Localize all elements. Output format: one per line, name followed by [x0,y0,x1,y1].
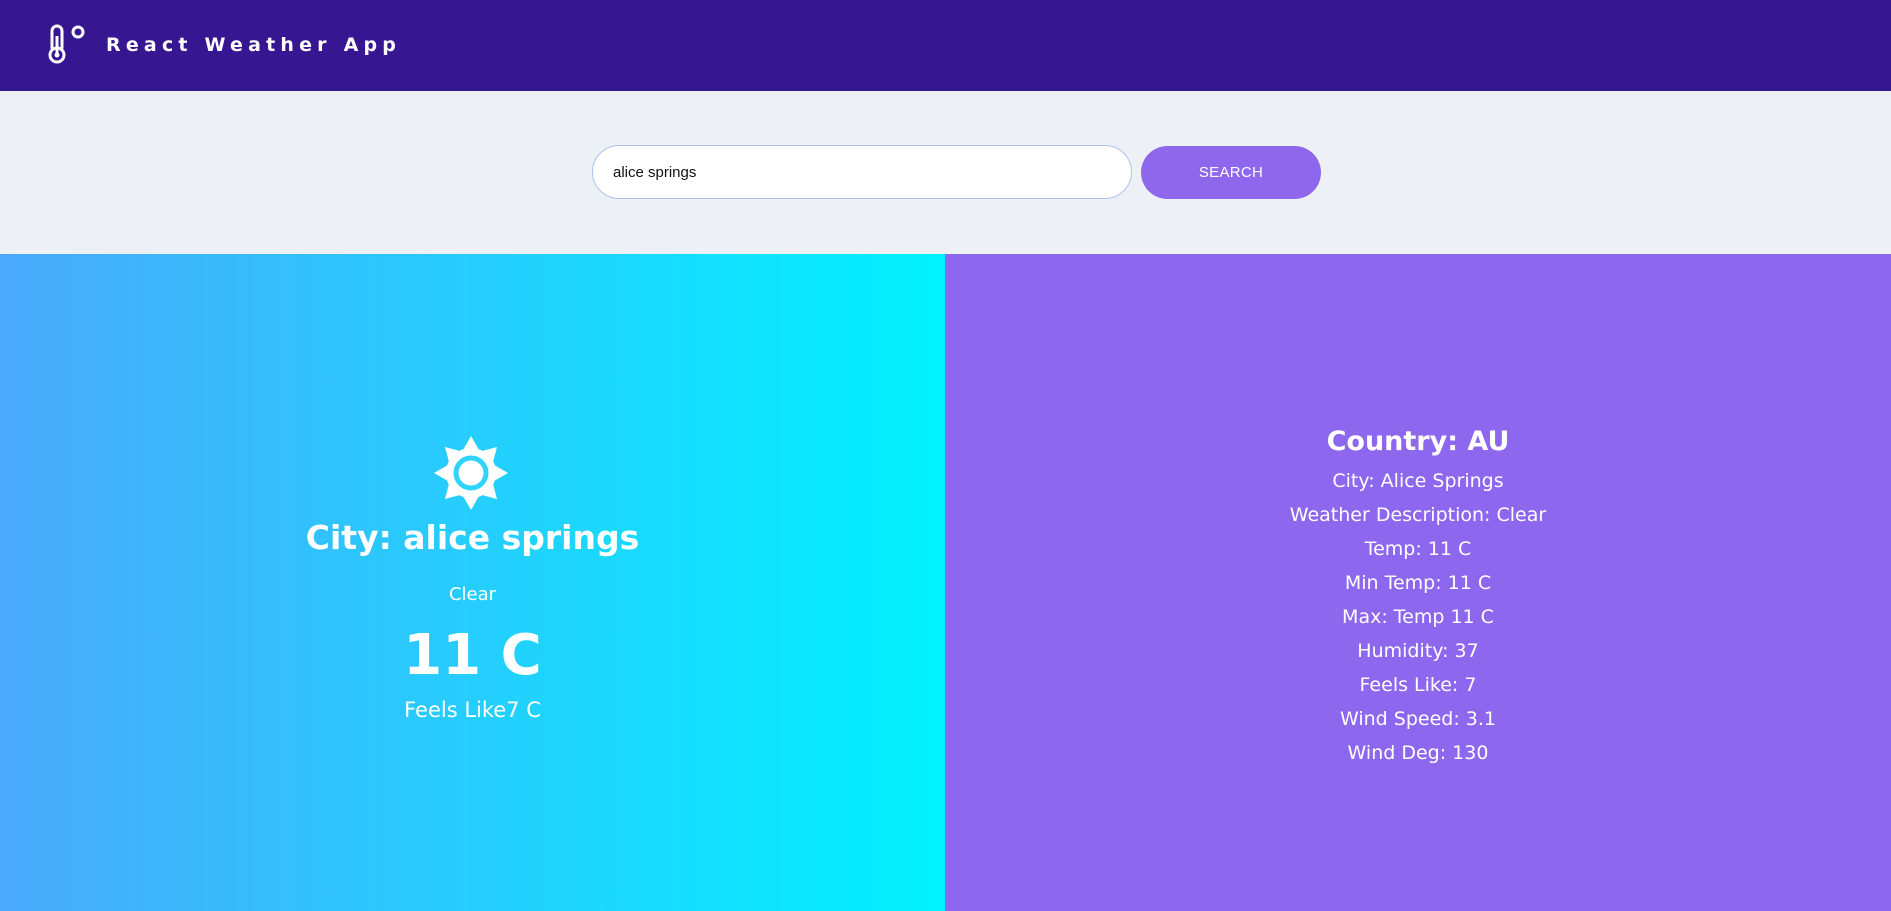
detail-weather-description: Weather Description: Clear [1289,504,1547,526]
sun-icon [434,436,508,510]
app-title: React Weather App [106,34,402,56]
detail-max-temp: Max: Temp 11 C [1342,606,1494,628]
detail-city: City: Alice Springs [1332,470,1504,492]
detail-humidity: Humidity: 37 [1357,640,1479,662]
detail-wind-deg: Wind Deg: 130 [1347,742,1489,764]
detail-feels-like: Feels Like: 7 [1359,674,1477,696]
weather-description: Clear [448,584,497,605]
thermometer-degree-icon [48,24,85,64]
detail-min-temp: Min Temp: 11 C [1344,572,1492,594]
detail-temp: Temp: 11 C [1364,538,1472,560]
feels-like: Feels Like7 C [404,698,541,722]
search-input[interactable] [592,145,1132,199]
navbar: React Weather App [0,0,1891,91]
temperature: 11 C [403,623,542,688]
city-heading: City: alice springs [305,518,640,557]
search-button[interactable]: SEARCH [1141,146,1321,199]
detail-wind-speed: Wind Speed: 3.1 [1339,708,1496,730]
country-heading: Country: AU [1326,426,1510,457]
